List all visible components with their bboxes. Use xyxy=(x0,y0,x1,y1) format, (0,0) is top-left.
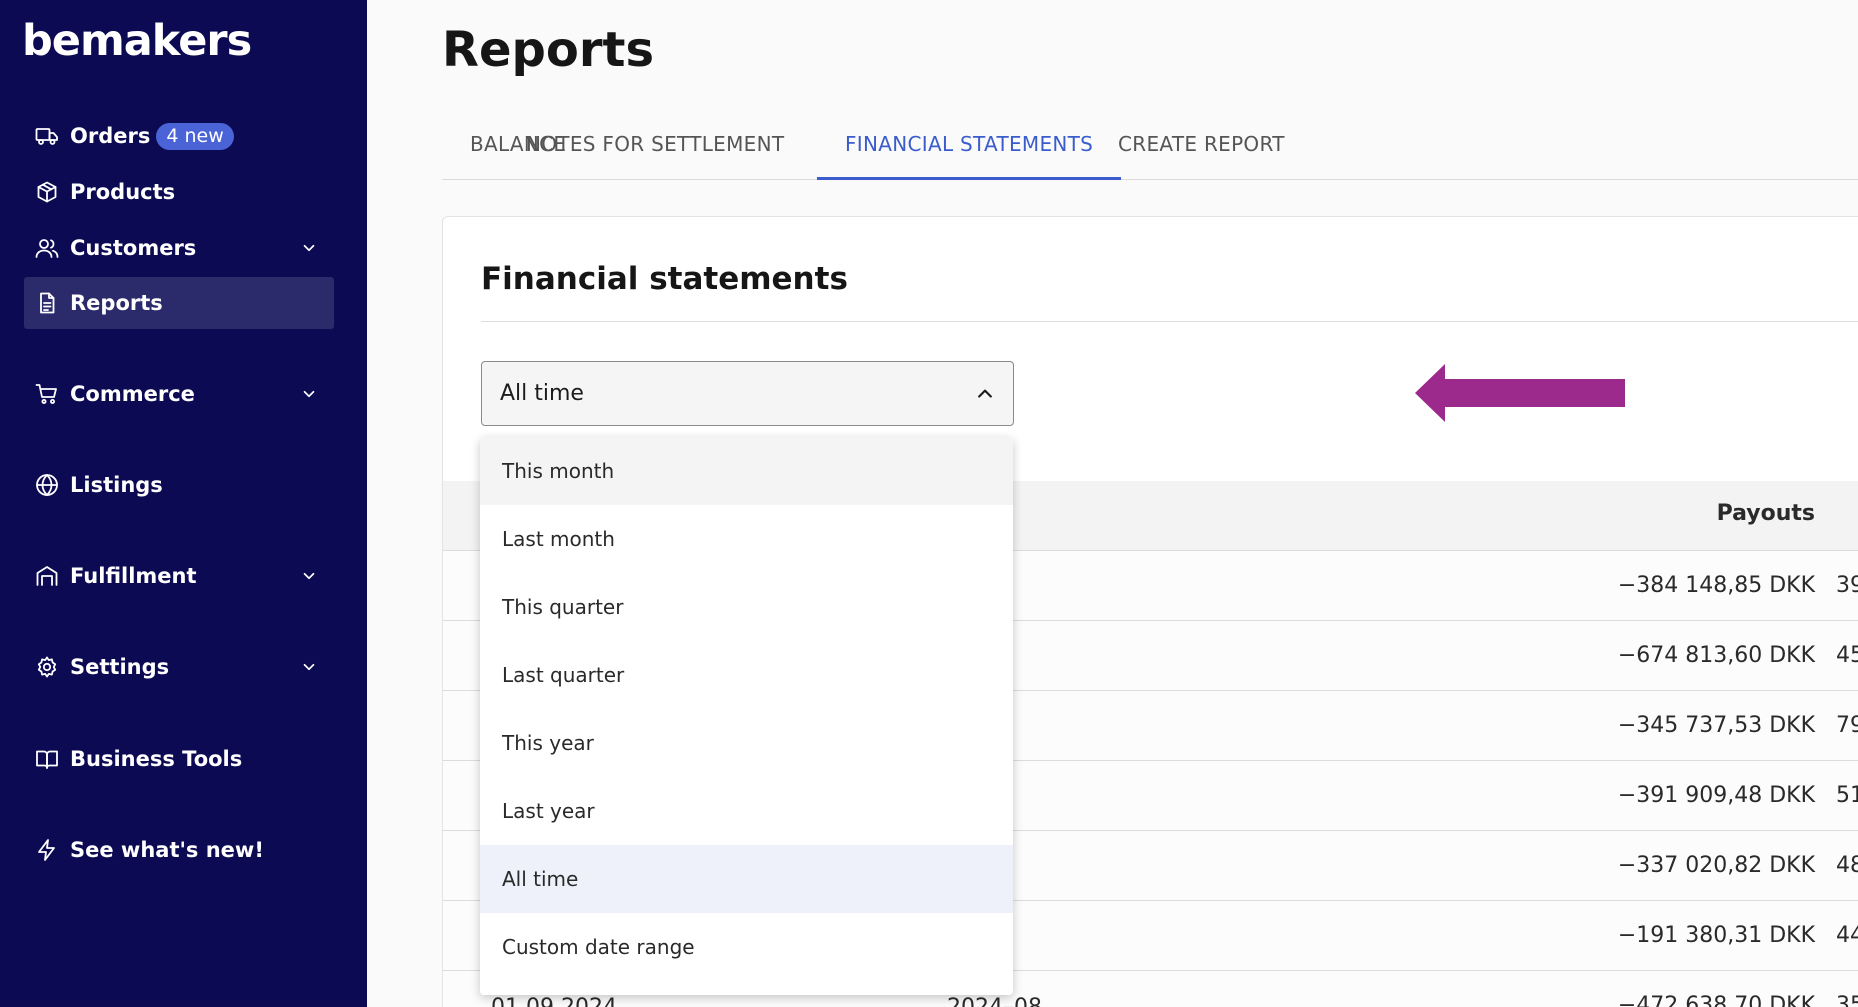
truck-icon xyxy=(34,123,60,149)
card-title: Financial statements xyxy=(481,261,848,297)
next-column-cell: 39 xyxy=(1836,573,1858,598)
page-title: Reports xyxy=(442,22,655,78)
tab-notes-for-settlement[interactable]: NOTES FOR SETTLEMENT xyxy=(526,112,784,180)
sidebar-item-label: Customers xyxy=(70,236,197,260)
period-select-value: All time xyxy=(500,381,584,406)
payout-cell: −191 380,31 DKK xyxy=(1617,923,1815,948)
period-dropdown-menu: This month Last month This quarter Last … xyxy=(480,437,1013,995)
sidebar-item-label: Settings xyxy=(70,655,170,679)
next-column-cell: 35 xyxy=(1836,993,1858,1007)
annotation-arrow xyxy=(1415,364,1625,422)
chevron-down-icon[interactable] xyxy=(300,567,318,585)
option-custom-date-range[interactable]: Custom date range xyxy=(480,913,1013,981)
sidebar-item-business-tools[interactable]: Business Tools xyxy=(24,733,334,785)
gear-icon xyxy=(34,654,60,680)
column-header-payouts[interactable]: Payouts xyxy=(1717,501,1815,526)
option-last-year[interactable]: Last year xyxy=(480,777,1013,845)
payout-cell: −384 148,85 DKK xyxy=(1617,573,1815,598)
option-last-month[interactable]: Last month xyxy=(480,505,1013,573)
users-icon xyxy=(34,235,60,261)
tab-label: NOTES FOR SETTLEMENT xyxy=(526,132,785,156)
option-this-month[interactable]: This month xyxy=(480,437,1013,505)
sidebar-item-commerce[interactable]: Commerce xyxy=(24,368,334,420)
sidebar-item-settings[interactable]: Settings xyxy=(24,641,334,693)
chevron-down-icon[interactable] xyxy=(300,658,318,676)
period-cell: 2024–08 xyxy=(947,995,1042,1007)
warehouse-icon xyxy=(34,563,60,589)
sidebar-item-label: Listings xyxy=(70,473,163,497)
option-this-year[interactable]: This year xyxy=(480,709,1013,777)
period-select[interactable]: All time xyxy=(481,361,1014,426)
cart-icon xyxy=(34,381,60,407)
payout-cell: −472 638,70 DKK xyxy=(1617,993,1815,1007)
sidebar-item-orders[interactable]: Orders 4 new xyxy=(24,110,334,162)
sidebar-item-reports[interactable]: Reports xyxy=(24,277,334,329)
tab-create-report[interactable]: CREATE REPORT xyxy=(1118,112,1285,180)
card-divider xyxy=(481,321,1858,322)
report-tabs: BALANCE NOTES FOR SETTLEMENT FINANCIAL S… xyxy=(442,112,1858,180)
lightning-icon xyxy=(34,837,60,863)
brand-logo[interactable]: bemakers xyxy=(22,16,252,66)
orders-new-badge: 4 new xyxy=(156,122,234,150)
sidebar-item-label: Reports xyxy=(70,291,163,315)
sidebar-item-listings[interactable]: Listings xyxy=(24,459,334,511)
option-last-quarter[interactable]: Last quarter xyxy=(480,641,1013,709)
tab-financial-statements[interactable]: FINANCIAL STATEMENTS xyxy=(817,112,1122,180)
sidebar-item-customers[interactable]: Customers xyxy=(24,222,334,274)
sidebar-item-whats-new[interactable]: See what's new! xyxy=(24,824,334,876)
option-all-time[interactable]: All time xyxy=(480,845,1013,913)
next-column-cell: 48 xyxy=(1836,853,1858,878)
sidebar-item-label: Commerce xyxy=(70,382,195,406)
book-icon xyxy=(34,746,60,772)
globe-icon xyxy=(34,472,60,498)
sidebar-item-label: Products xyxy=(70,180,176,204)
chevron-down-icon[interactable] xyxy=(300,239,318,257)
tab-label: FINANCIAL STATEMENTS xyxy=(845,132,1094,156)
date-cell: 01.09.2024 xyxy=(491,995,617,1007)
next-column-cell: 79 xyxy=(1836,713,1858,738)
chevron-up-icon xyxy=(975,384,995,404)
sidebar-item-label: Fulfillment xyxy=(70,564,197,588)
option-this-quarter[interactable]: This quarter xyxy=(480,573,1013,641)
sidebar: bemakers Orders 4 new Products Customers… xyxy=(0,0,367,1007)
payout-cell: −345 737,53 DKK xyxy=(1617,713,1815,738)
document-icon xyxy=(34,290,60,316)
box-icon xyxy=(34,179,60,205)
sidebar-item-products[interactable]: Products xyxy=(24,166,334,218)
sidebar-item-label: Business Tools xyxy=(70,747,243,771)
next-column-cell: 44 xyxy=(1836,923,1858,948)
payout-cell: −674 813,60 DKK xyxy=(1617,643,1815,668)
chevron-down-icon[interactable] xyxy=(300,385,318,403)
payout-cell: −391 909,48 DKK xyxy=(1617,783,1815,808)
sidebar-item-fulfillment[interactable]: Fulfillment xyxy=(24,550,334,602)
next-column-cell: 51 xyxy=(1836,783,1858,808)
tab-label: CREATE REPORT xyxy=(1118,132,1285,156)
next-column-cell: 45 xyxy=(1836,643,1858,668)
sidebar-item-label: Orders xyxy=(70,124,151,148)
sidebar-item-label: See what's new! xyxy=(70,838,264,862)
payout-cell: −337 020,82 DKK xyxy=(1617,853,1815,878)
